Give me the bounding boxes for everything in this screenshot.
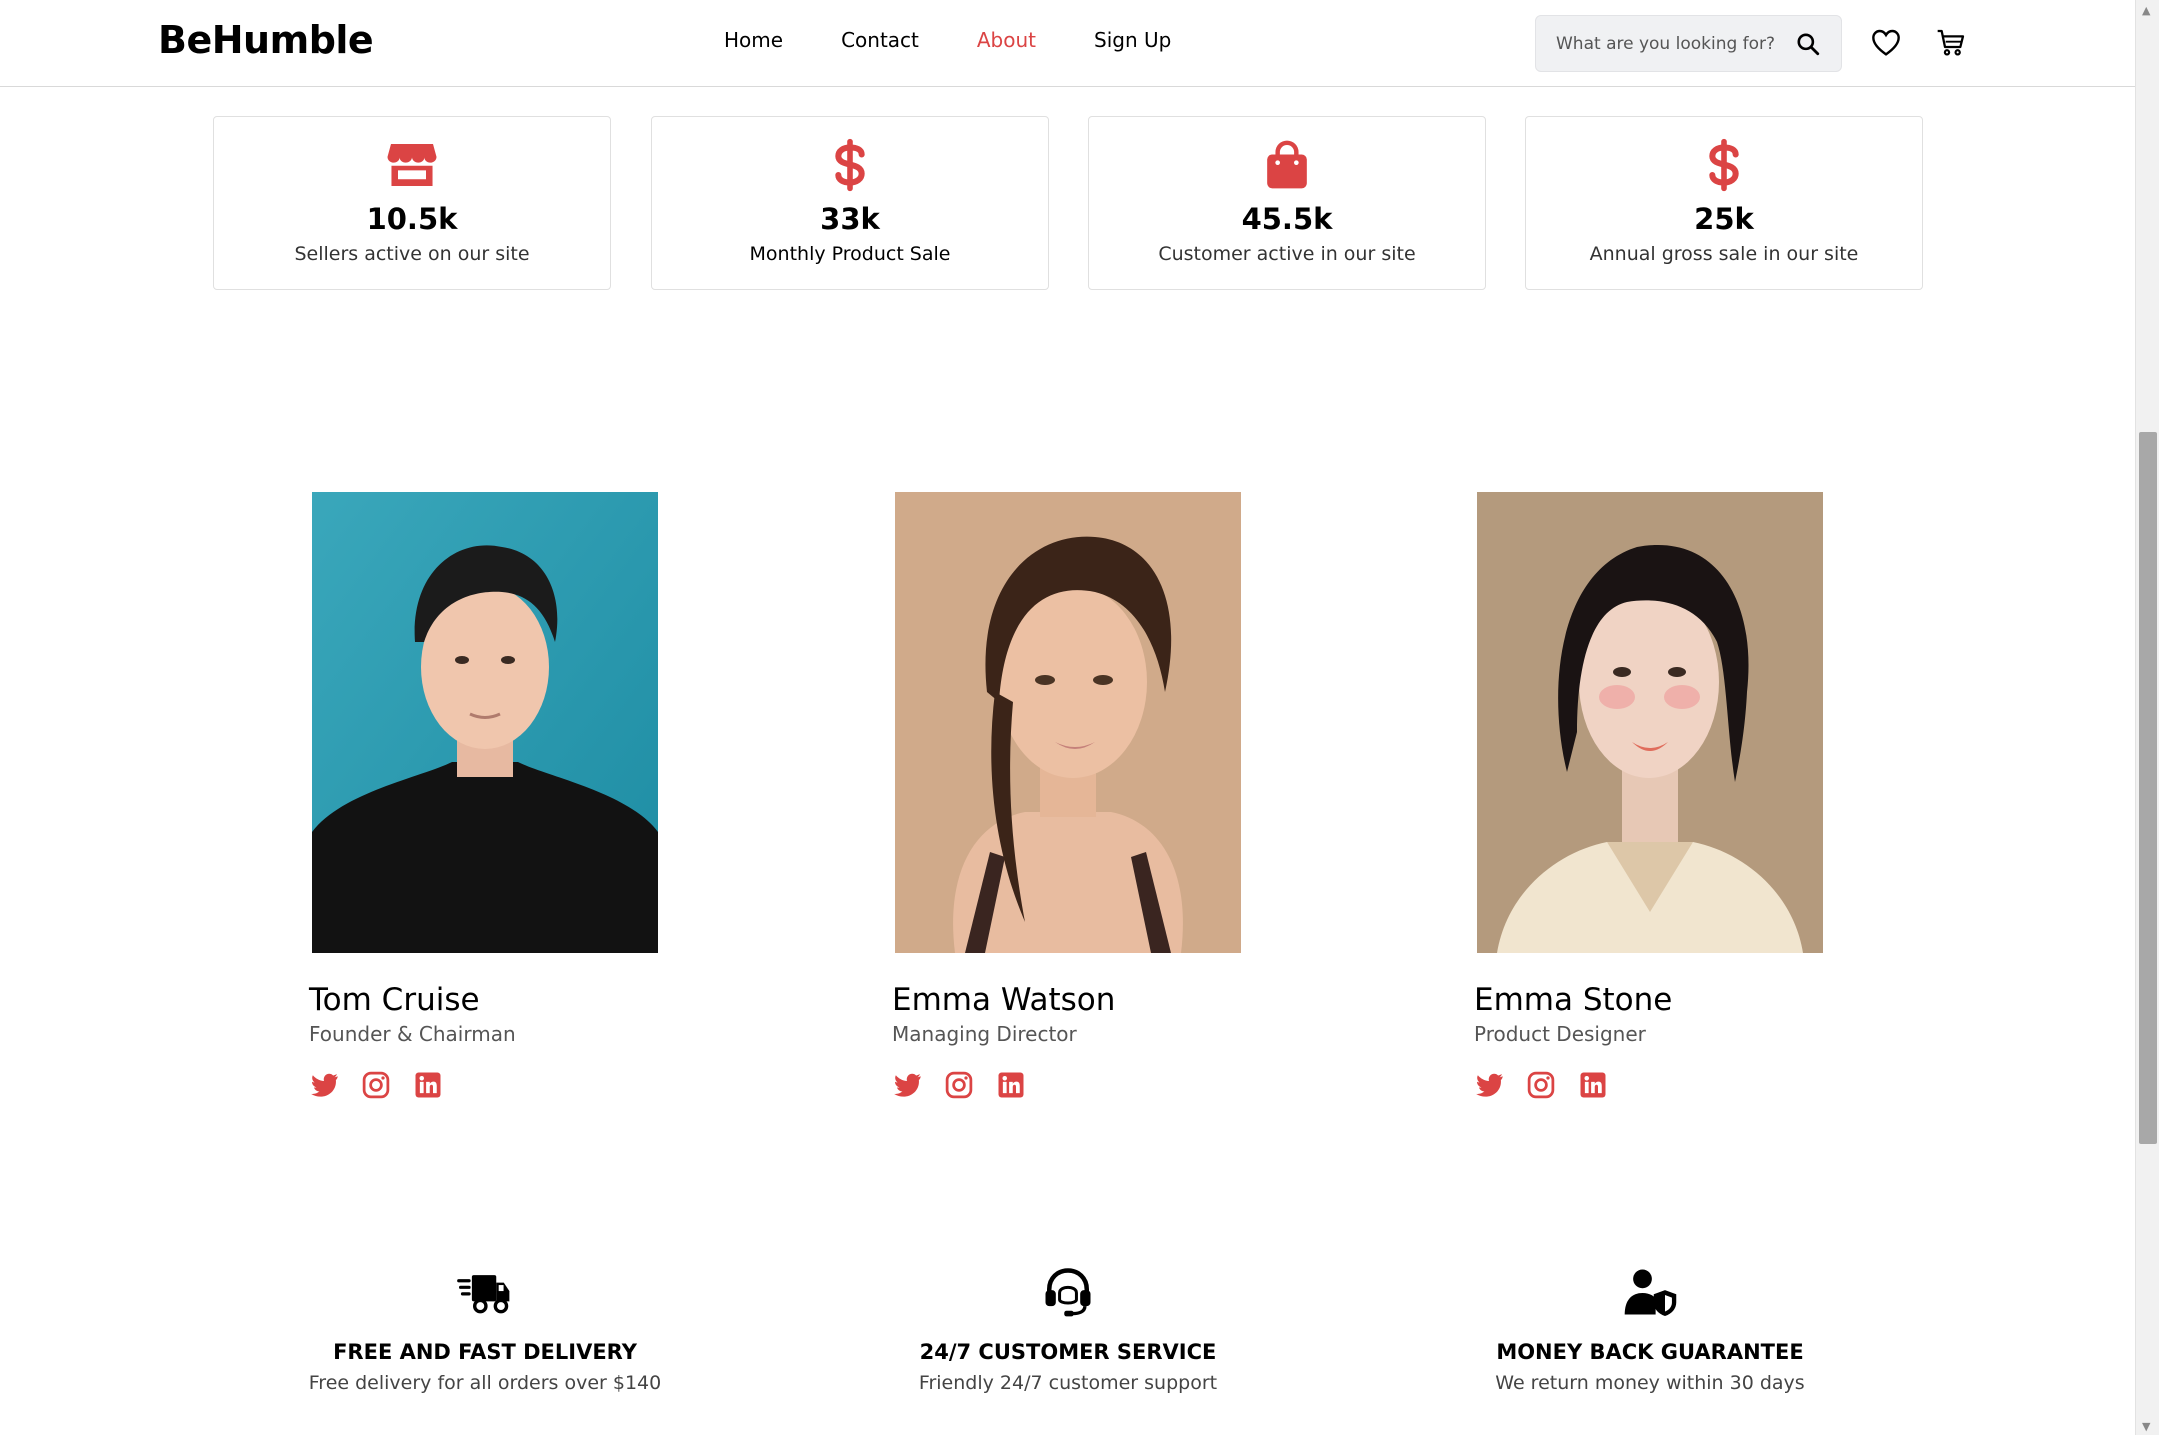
delivery-truck-icon xyxy=(457,1275,510,1314)
service-title: 24/7 CUSTOMER SERVICE xyxy=(919,1340,1217,1364)
service-desc: Friendly 24/7 customer support xyxy=(918,1372,1218,1394)
page-scrollbar[interactable]: ▲ ▼ xyxy=(2135,0,2159,1435)
heart-icon[interactable] xyxy=(1870,27,1902,59)
social-links xyxy=(309,1070,465,1100)
stat-value: 10.5k xyxy=(366,202,458,236)
team-member-card: Tom Cruise Founder & Chairman xyxy=(309,492,712,1099)
service-desc: We return money within 30 days xyxy=(1495,1372,1805,1394)
shield-user-icon xyxy=(1624,1269,1677,1316)
store-icon xyxy=(387,144,437,186)
stat-label: Sellers active on our site xyxy=(294,243,530,265)
linkedin-icon[interactable] xyxy=(996,1070,1026,1100)
search-input[interactable]: What are you looking for? xyxy=(1556,34,1775,54)
twitter-icon[interactable] xyxy=(309,1070,339,1100)
nav-contact[interactable]: Contact xyxy=(841,28,919,52)
dollar-icon xyxy=(835,138,865,192)
service-desc: Free delivery for all orders over $140 xyxy=(308,1372,662,1394)
main-nav: Home Contact About Sign Up xyxy=(724,28,1229,52)
nav-home[interactable]: Home xyxy=(724,28,783,52)
stat-card-sellers: 10.5k Sellers active on our site xyxy=(213,116,611,290)
service-item-delivery: FREE AND FAST DELIVERY Free delivery for… xyxy=(235,1262,735,1394)
social-links xyxy=(892,1070,1048,1100)
service-item-customer-service: 24/7 CUSTOMER SERVICE Friendly 24/7 cust… xyxy=(818,1262,1318,1394)
instagram-icon[interactable] xyxy=(361,1070,391,1100)
stat-label: Monthly Product Sale xyxy=(749,243,951,265)
linkedin-icon[interactable] xyxy=(413,1070,443,1100)
social-links xyxy=(1474,1070,1630,1100)
site-header: BeHumble Home Contact About Sign Up What… xyxy=(0,0,2135,87)
headset-icon xyxy=(1045,1268,1091,1317)
stat-value: 33k xyxy=(820,202,880,236)
stat-value: 25k xyxy=(1694,202,1754,236)
member-role: Product Designer xyxy=(1474,1022,1646,1046)
team-member-card: Emma Watson Managing Director xyxy=(892,492,1295,1099)
nav-about[interactable]: About xyxy=(977,28,1036,52)
instagram-icon[interactable] xyxy=(944,1070,974,1100)
service-item-money-back: MONEY BACK GUARANTEE We return money wit… xyxy=(1400,1262,1900,1394)
stat-card-annual-sale: 25k Annual gross sale in our site xyxy=(1525,116,1923,290)
stat-label: Customer active in our site xyxy=(1158,243,1416,265)
shopping-bag-icon xyxy=(1267,140,1307,189)
stat-card-customers: 45.5k Customer active in our site xyxy=(1088,116,1486,290)
member-photo xyxy=(312,492,658,953)
search-icon[interactable] xyxy=(1795,31,1821,57)
member-role: Founder & Chairman xyxy=(309,1022,516,1046)
instagram-icon[interactable] xyxy=(1526,1070,1556,1100)
dollar-icon xyxy=(1709,138,1739,192)
team-member-card: Emma Stone Product Designer xyxy=(1474,492,1877,1099)
scroll-up-arrow-icon[interactable]: ▲ xyxy=(2142,4,2150,17)
linkedin-icon[interactable] xyxy=(1578,1070,1608,1100)
logo[interactable]: BeHumble xyxy=(158,18,374,62)
about-page: BeHumble Home Contact About Sign Up What… xyxy=(0,0,2159,1435)
twitter-icon[interactable] xyxy=(1474,1070,1504,1100)
nav-signup[interactable]: Sign Up xyxy=(1094,28,1171,52)
member-photo xyxy=(895,492,1241,953)
member-name: Emma Watson xyxy=(892,982,1116,1018)
scroll-down-arrow-icon[interactable]: ▼ xyxy=(2142,1420,2150,1433)
stat-value: 45.5k xyxy=(1241,202,1333,236)
stat-card-monthly-sale: 33k Monthly Product Sale xyxy=(651,116,1049,290)
scroll-thumb[interactable] xyxy=(2139,432,2157,1144)
member-name: Tom Cruise xyxy=(309,982,480,1018)
member-role: Managing Director xyxy=(892,1022,1077,1046)
service-title: FREE AND FAST DELIVERY xyxy=(333,1340,637,1364)
member-name: Emma Stone xyxy=(1474,982,1673,1018)
service-title: MONEY BACK GUARANTEE xyxy=(1496,1340,1804,1364)
cart-icon[interactable] xyxy=(1935,27,1967,59)
twitter-icon[interactable] xyxy=(892,1070,922,1100)
search-box[interactable]: What are you looking for? xyxy=(1535,15,1842,72)
member-photo xyxy=(1477,492,1823,953)
stat-label: Annual gross sale in our site xyxy=(1589,243,1859,265)
